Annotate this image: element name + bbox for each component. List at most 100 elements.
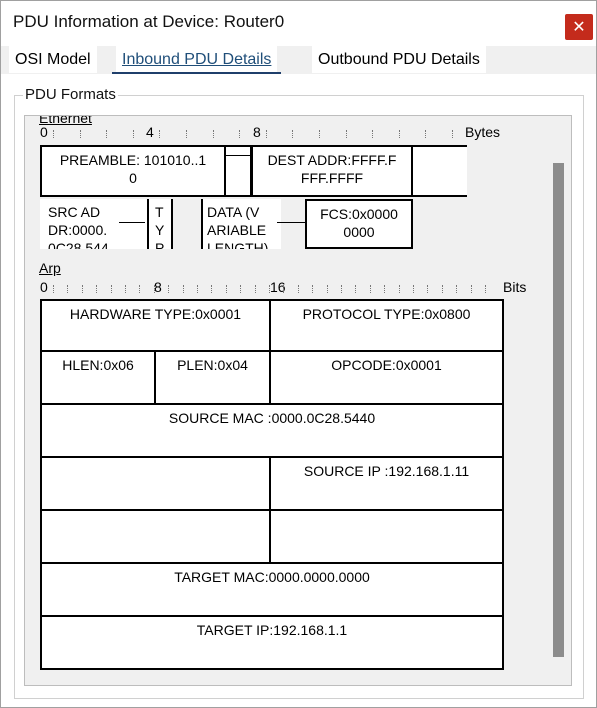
eth-src-line-1: SRC AD <box>48 204 101 220</box>
ethernet-ruler-tick-0: 0 <box>40 124 48 140</box>
arp-plen-text: PLEN:0x04 <box>177 357 248 373</box>
eth-data-line-3: LENGTH) <box>207 240 269 249</box>
eth-type-field: T Y P <box>147 199 173 249</box>
ruler-tick-mark <box>182 285 184 293</box>
arp-protocol-type-text: PROTOCOL TYPE:0x0800 <box>302 306 471 322</box>
arp-ruler-tick-0: 0 <box>40 279 48 295</box>
ruler-tick-mark <box>81 285 83 293</box>
eth-dest-line-1: DEST ADDR:FFFF.F <box>267 152 397 168</box>
ruler-tick-mark <box>398 285 400 293</box>
arp-hlen-text: HLEN:0x06 <box>62 357 134 373</box>
window-title: PDU Information at Device: Router0 <box>13 12 285 31</box>
ruler-tick-mark <box>452 130 453 138</box>
ruler-tick-mark <box>283 285 285 293</box>
ruler-tick-mark <box>345 130 347 138</box>
title-bar[interactable]: PDU Information at Device: Router0 ✕ <box>1 1 596 45</box>
close-button[interactable]: ✕ <box>565 14 593 40</box>
arp-title: Arp <box>39 260 61 276</box>
arp-protocol-type-field: PROTOCOL TYPE:0x0800 <box>269 299 504 352</box>
eth-preamble-spacer <box>224 145 252 197</box>
ethernet-ruler-tick-4: 4 <box>146 124 154 140</box>
arp-plen-field: PLEN:0x04 <box>154 350 271 405</box>
ruler-tick-mark <box>212 130 214 138</box>
tab-osi-model[interactable]: OSI Model <box>9 46 97 73</box>
ruler-tick-mark <box>297 285 299 293</box>
ruler-tick-mark <box>79 130 81 138</box>
ruler-tick-mark <box>265 130 267 138</box>
ruler-tick-mark <box>197 285 198 293</box>
ruler-tick-mark <box>254 285 256 293</box>
eth-data-line-2: ARIABLE <box>207 222 267 238</box>
ruler-tick-mark <box>456 285 458 293</box>
ruler-tick-mark <box>186 130 187 138</box>
ruler-tick-mark <box>96 285 98 293</box>
ruler-tick-mark <box>139 285 141 293</box>
eth-type-line-2: Y <box>155 222 165 238</box>
ruler-tick-mark <box>239 130 241 138</box>
ruler-tick-mark <box>319 130 320 138</box>
eth-separator <box>119 222 145 223</box>
ethernet-ruler-tick-8: 8 <box>253 124 261 140</box>
ruler-tick-mark <box>159 130 161 138</box>
eth-fcs-field: FCS:0x0000 0000 <box>305 199 413 249</box>
eth-data-line-1: DATA (V <box>207 204 260 220</box>
ethernet-ruler-unit: Bytes <box>465 124 501 140</box>
ruler-tick-mark <box>53 130 54 138</box>
tab-outbound-pdu-details[interactable]: Outbound PDU Details <box>312 46 486 73</box>
eth-dest-addr-field: DEST ADDR:FFFF.F FFF.FFFF <box>251 145 413 197</box>
ruler-tick-mark <box>398 130 400 138</box>
ruler-tick-mark <box>240 285 242 293</box>
eth-fcs-line-1: FCS:0x0000 <box>320 206 398 222</box>
ruler-tick-mark <box>369 285 371 293</box>
ruler-tick-mark <box>67 285 69 293</box>
ruler-tick-mark <box>485 285 486 293</box>
eth-dest-line-2: FFF.FFFF <box>300 170 364 186</box>
close-icon: ✕ <box>572 19 586 36</box>
arp-hlen-field: HLEN:0x06 <box>40 350 156 405</box>
eth-preamble-line-1: PREAMBLE: 101010..1 <box>59 152 207 168</box>
ruler-tick-mark <box>355 285 357 293</box>
ruler-tick-mark <box>413 285 414 293</box>
ruler-tick-mark <box>470 285 472 293</box>
arp-source-mac-continuation <box>40 456 271 511</box>
ruler-tick-mark <box>53 285 54 293</box>
ruler-tick-mark <box>441 285 443 293</box>
eth-src-addr-field: SRC AD DR:0000. 0C28.544 <box>40 199 147 249</box>
arp-source-mac-field: SOURCE MAC :0000.0C28.5440 <box>40 403 504 458</box>
eth-dest-continuation <box>411 145 467 197</box>
ruler-tick-mark <box>125 285 126 293</box>
tab-inbound-label: Inbound PDU Details <box>122 51 272 68</box>
arp-source-ip-continuation <box>40 509 271 564</box>
ruler-tick-mark <box>425 130 427 138</box>
eth-preamble-line-2: 0 <box>129 170 137 186</box>
eth-src-line-3: 0C28.544 <box>48 240 109 249</box>
arp-target-ip-field: TARGET IP:192.168.1.1 <box>40 615 504 670</box>
ruler-tick-mark <box>153 285 155 293</box>
arp-ruler-tick-8: 8 <box>154 279 162 295</box>
ruler-tick-mark <box>341 285 342 293</box>
eth-src-line-2: DR:0000. <box>48 222 108 238</box>
ruler-tick-mark <box>225 285 227 293</box>
ruler-tick-mark <box>211 285 213 293</box>
ruler-tick-mark <box>269 285 270 293</box>
arp-target-mac-text: TARGET MAC:0000.0000.0000 <box>174 569 370 585</box>
tab-inbound-pdu-details[interactable]: Inbound PDU Details <box>111 46 282 75</box>
pdu-formats-legend: PDU Formats <box>23 86 118 103</box>
arp-target-mac-start <box>269 509 504 564</box>
ruler-tick-mark <box>292 130 294 138</box>
eth-type-line-1: T <box>155 204 164 220</box>
arp-ruler-unit: Bits <box>503 279 527 295</box>
arp-opcode-text: OPCODE:0x0001 <box>331 357 442 373</box>
scrollbar-thumb[interactable] <box>553 163 564 657</box>
ruler-tick-mark <box>427 285 429 293</box>
eth-type-line-3: P <box>155 240 165 249</box>
pdu-scroll-panel[interactable]: Ethernet 0 4 8 Bytes PREAMBLE: 101010..1… <box>24 115 572 686</box>
ruler-tick-mark <box>110 285 112 293</box>
arp-opcode-field: OPCODE:0x0001 <box>269 350 504 405</box>
tab-bar: OSI Model Inbound PDU Details Outbound P… <box>1 46 596 75</box>
ruler-tick-mark <box>326 285 328 293</box>
eth-preamble-field: PREAMBLE: 101010..1 0 <box>40 145 226 197</box>
eth-data-field: DATA (V ARIABLE LENGTH) <box>201 199 281 249</box>
arp-target-ip-text: TARGET IP:192.168.1.1 <box>196 622 348 638</box>
ruler-tick-mark <box>384 285 386 293</box>
